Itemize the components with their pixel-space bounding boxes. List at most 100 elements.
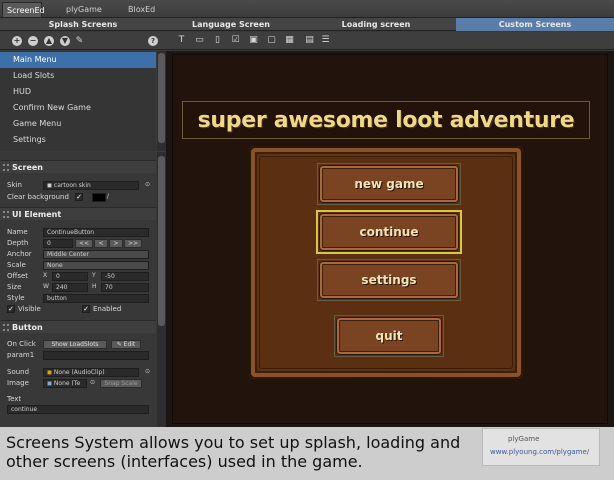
skin-asset-icon: ◼: [47, 182, 52, 189]
audio-icon: ◼: [47, 369, 52, 376]
inspector-scrollbar[interactable]: [157, 152, 166, 427]
tab-language-screen[interactable]: Language Screen: [166, 18, 296, 31]
tab-custom-screens[interactable]: Custom Screens: [456, 18, 614, 31]
visible-label: Visible: [18, 305, 41, 313]
offset-x-field[interactable]: 0: [52, 272, 88, 281]
checkbox-element-icon[interactable]: ☑: [230, 35, 241, 46]
move-down-icon[interactable]: ▼: [60, 36, 70, 46]
param1-field[interactable]: [43, 351, 149, 360]
button-element-icon[interactable]: ▢: [266, 35, 277, 46]
depth-first-button[interactable]: <<: [75, 239, 93, 248]
text-label: Text: [7, 395, 22, 403]
section-button[interactable]: Button: [0, 320, 156, 333]
clear-background-checkbox[interactable]: ✓: [75, 193, 83, 201]
anchor-dropdown[interactable]: Middle Center: [43, 250, 149, 259]
tab-screened[interactable]: ScreenEd: [2, 2, 45, 17]
edit-button[interactable]: ✎ Edit: [111, 340, 141, 349]
anchor-label: Anchor: [7, 250, 32, 258]
section-ui-element[interactable]: UI Element: [0, 207, 156, 220]
size-h-field[interactable]: 70: [101, 283, 149, 292]
image-label: Image: [7, 379, 29, 387]
page-element-icon[interactable]: ▤: [304, 35, 315, 46]
enabled-label: Enabled: [93, 305, 122, 313]
scrollbar-thumb[interactable]: [158, 156, 165, 326]
caption-text: Screens System allows you to set up spla…: [6, 433, 461, 471]
depth-back-button[interactable]: <: [94, 239, 108, 248]
category-tab-bar: Splash Screens Language Screen Loading s…: [0, 18, 614, 31]
offset-y-field[interactable]: -50: [101, 272, 149, 281]
remove-screen-icon[interactable]: −: [28, 36, 38, 46]
depth-field[interactable]: 0: [43, 239, 73, 248]
screen-item-game-menu[interactable]: Game Menu: [0, 116, 156, 132]
screen-item-hud[interactable]: HUD: [0, 84, 156, 100]
style-field[interactable]: button: [43, 294, 149, 303]
object-picker-icon[interactable]: ⊙: [90, 378, 95, 387]
sound-field[interactable]: ◼ None (AudioClip): [43, 368, 139, 377]
tab-bloxed[interactable]: BloxEd: [124, 2, 164, 17]
size-w-label: W: [43, 283, 49, 290]
game-title[interactable]: super awesome loot adventure: [182, 101, 590, 139]
enabled-checkbox[interactable]: ✓: [82, 305, 90, 313]
screen-item-main-menu[interactable]: Main Menu: [0, 52, 156, 68]
new-game-button[interactable]: new game: [319, 165, 459, 203]
object-picker-icon[interactable]: ⊙: [145, 180, 150, 189]
text-element-icon[interactable]: T: [176, 35, 187, 46]
eyedropper-icon[interactable]: /: [107, 192, 109, 201]
film-element-icon[interactable]: ▦: [284, 35, 295, 46]
edit-label: Edit: [123, 341, 136, 348]
skin-field[interactable]: ◼ cartoon skin: [43, 181, 139, 190]
rename-icon[interactable]: ✎: [74, 36, 85, 47]
background-color-swatch[interactable]: [92, 193, 106, 202]
screen-list-scrollbar[interactable]: [157, 51, 166, 151]
tab-plygame[interactable]: plyGame: [62, 2, 108, 17]
window-tab-bar: ScreenEd plyGame BloxEd: [0, 0, 614, 18]
quit-button[interactable]: quit: [336, 317, 442, 355]
scrollbar-thumb[interactable]: [158, 53, 165, 143]
depth-last-button[interactable]: >>: [124, 239, 142, 248]
scale-dropdown[interactable]: None: [43, 261, 149, 270]
label-element-icon[interactable]: ▭: [194, 35, 205, 46]
screened-window: ScreenEd plyGame BloxEd Splash Screens L…: [0, 0, 614, 480]
section-title: UI Element: [12, 210, 62, 219]
input-element-icon[interactable]: ▯: [212, 35, 223, 46]
list-element-icon[interactable]: ☰: [320, 35, 331, 46]
credit-url[interactable]: www.plyoung.com/plygame/: [490, 448, 589, 456]
depth-label: Depth: [7, 239, 29, 247]
text-field[interactable]: continue: [7, 405, 149, 414]
offset-label: Offset: [7, 272, 29, 280]
move-up-icon[interactable]: ▲: [44, 36, 54, 46]
scale-label: Scale: [7, 261, 26, 269]
snap-scale-button[interactable]: Snap Scale: [100, 379, 142, 388]
grip-icon: [3, 164, 9, 171]
skin-value: cartoon skin: [53, 182, 91, 189]
object-picker-icon[interactable]: ⊙: [145, 367, 150, 376]
tab-splash-screens[interactable]: Splash Screens: [0, 18, 166, 31]
screen-item-confirm-new-game[interactable]: Confirm New Game: [0, 100, 156, 116]
name-field[interactable]: ContinueButton: [43, 228, 149, 237]
param1-label: param1: [7, 351, 35, 359]
depth-forward-button[interactable]: >: [109, 239, 123, 248]
tab-loading-screen[interactable]: Loading screen: [296, 18, 456, 31]
screen-item-load-slots[interactable]: Load Slots: [0, 68, 156, 84]
screen-item-settings[interactable]: Settings: [0, 132, 156, 148]
name-label: Name: [7, 228, 28, 236]
add-screen-icon[interactable]: +: [12, 36, 22, 46]
section-screen[interactable]: Screen: [0, 160, 156, 173]
continue-button[interactable]: continue: [319, 213, 459, 251]
on-click-action-button[interactable]: Show LoadSlots: [43, 340, 107, 349]
settings-button[interactable]: settings: [319, 261, 459, 299]
clear-background-label: Clear background: [7, 193, 69, 201]
sound-value: None (AudioClip): [53, 369, 105, 376]
credit-box: [482, 428, 600, 466]
inspector-panel: Screen Skin ◼ cartoon skin ⊙ Clear backg…: [0, 152, 166, 427]
image-element-icon[interactable]: ▣: [248, 35, 259, 46]
grip-icon: [3, 324, 9, 331]
sound-label: Sound: [7, 368, 30, 376]
offset-x-label: X: [43, 272, 48, 279]
image-field[interactable]: ◼ None (Te: [43, 379, 87, 388]
size-w-field[interactable]: 240: [52, 283, 88, 292]
visible-checkbox[interactable]: ✓: [7, 305, 15, 313]
screen-list-toolbar: + − ▲ ▼ ✎ ?: [0, 32, 166, 50]
element-toolbar: T ▭ ▯ ☑ ▣ ▢ ▦ ▤ ☰: [166, 32, 614, 50]
help-icon[interactable]: ?: [148, 36, 158, 46]
